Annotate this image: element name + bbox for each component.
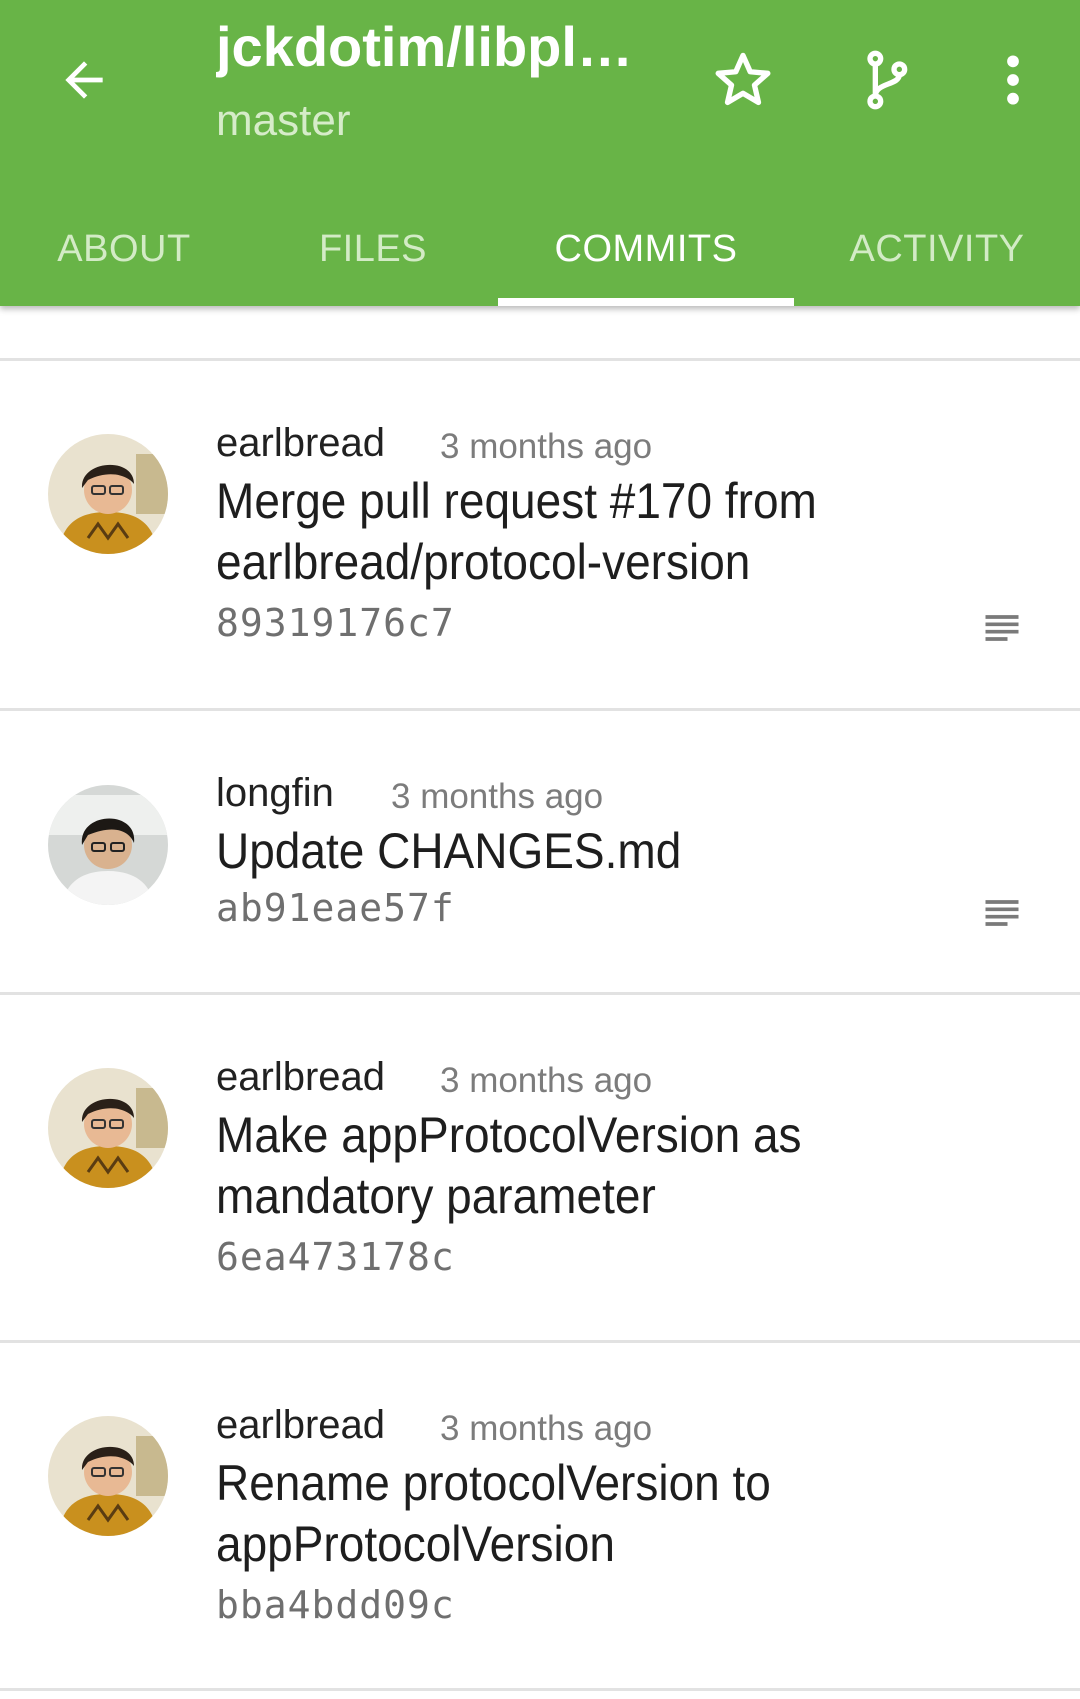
commit-message: Update CHANGES.md bbox=[216, 821, 934, 882]
app-toolbar: jckdotim/libpl… master ABOUT FILES COMMI… bbox=[0, 0, 1080, 306]
avatar bbox=[48, 1068, 168, 1188]
branch-name: master bbox=[216, 96, 351, 145]
commit-message-line: earlbread/protocol-version bbox=[216, 534, 751, 590]
tab-files[interactable]: FILES bbox=[248, 192, 498, 306]
avatar bbox=[48, 1416, 168, 1536]
commit-sha: bba4bdd09c bbox=[216, 1583, 455, 1627]
commit-time: 3 months ago bbox=[440, 1409, 653, 1448]
commit-message: Make appProtocolVersion as mandatory par… bbox=[216, 1105, 934, 1227]
commit-author: earlbread bbox=[216, 421, 386, 465]
commit-message-line: Merge pull request #170 from bbox=[216, 473, 817, 529]
star-outline-icon bbox=[715, 52, 771, 106]
more-vert-icon bbox=[1007, 55, 1019, 105]
commit-sha: 6ea473178c bbox=[216, 1235, 455, 1279]
arrow-back-icon bbox=[65, 61, 103, 99]
commit-sha: 89319176c7 bbox=[216, 601, 455, 645]
notes-icon[interactable] bbox=[980, 891, 1024, 935]
active-tab-indicator bbox=[498, 298, 794, 306]
tab-activity[interactable]: ACTIVITY bbox=[794, 192, 1080, 306]
tab-commits[interactable]: COMMITS bbox=[498, 192, 794, 306]
commit-message-line: appProtocolVersion bbox=[216, 1516, 615, 1572]
commit-author: earlbread bbox=[216, 1403, 386, 1447]
commit-author: earlbread bbox=[216, 1055, 386, 1099]
commit-author: longfin bbox=[216, 771, 334, 815]
commit-row[interactable]: earlbread 3 months ago Rename protocolVe… bbox=[0, 1343, 1080, 1691]
repo-title: jckdotim/libpl… bbox=[216, 15, 633, 78]
commit-sha: ab91eae57f bbox=[216, 886, 455, 930]
commit-message-line: mandatory parameter bbox=[216, 1168, 656, 1224]
commit-time: 3 months ago bbox=[440, 1061, 653, 1100]
star-button[interactable] bbox=[705, 42, 781, 118]
commit-row[interactable]: earlbread 3 months ago Make appProtocolV… bbox=[0, 995, 1080, 1343]
divider bbox=[0, 1688, 1080, 1691]
avatar bbox=[48, 434, 168, 554]
back-button[interactable] bbox=[50, 46, 118, 114]
commit-message: Merge pull request #170 from earlbread/p… bbox=[216, 471, 934, 593]
notes-icon[interactable] bbox=[980, 606, 1024, 650]
commit-time: 3 months ago bbox=[391, 777, 604, 816]
git-branch-icon bbox=[867, 50, 908, 110]
commit-message-line: Update CHANGES.md bbox=[216, 823, 682, 879]
tab-about[interactable]: ABOUT bbox=[0, 192, 248, 306]
commit-row[interactable]: earlbread 3 months ago Merge pull reques… bbox=[0, 361, 1080, 711]
branch-button[interactable] bbox=[848, 42, 924, 118]
commit-time: 3 months ago bbox=[440, 427, 653, 466]
tab-bar: ABOUT FILES COMMITS ACTIVITY bbox=[0, 192, 1080, 306]
commit-message-line: Rename protocolVersion to bbox=[216, 1455, 771, 1511]
commit-list[interactable]: earlbread 3 months ago Merge pull reques… bbox=[0, 306, 1080, 1699]
commit-row[interactable]: longfin 3 months ago Update CHANGES.md a… bbox=[0, 711, 1080, 995]
more-options-button[interactable] bbox=[975, 42, 1051, 118]
commit-message: Rename protocolVersion to appProtocolVer… bbox=[216, 1453, 934, 1575]
commit-message-line: Make appProtocolVersion as bbox=[216, 1107, 802, 1163]
avatar bbox=[48, 785, 168, 905]
